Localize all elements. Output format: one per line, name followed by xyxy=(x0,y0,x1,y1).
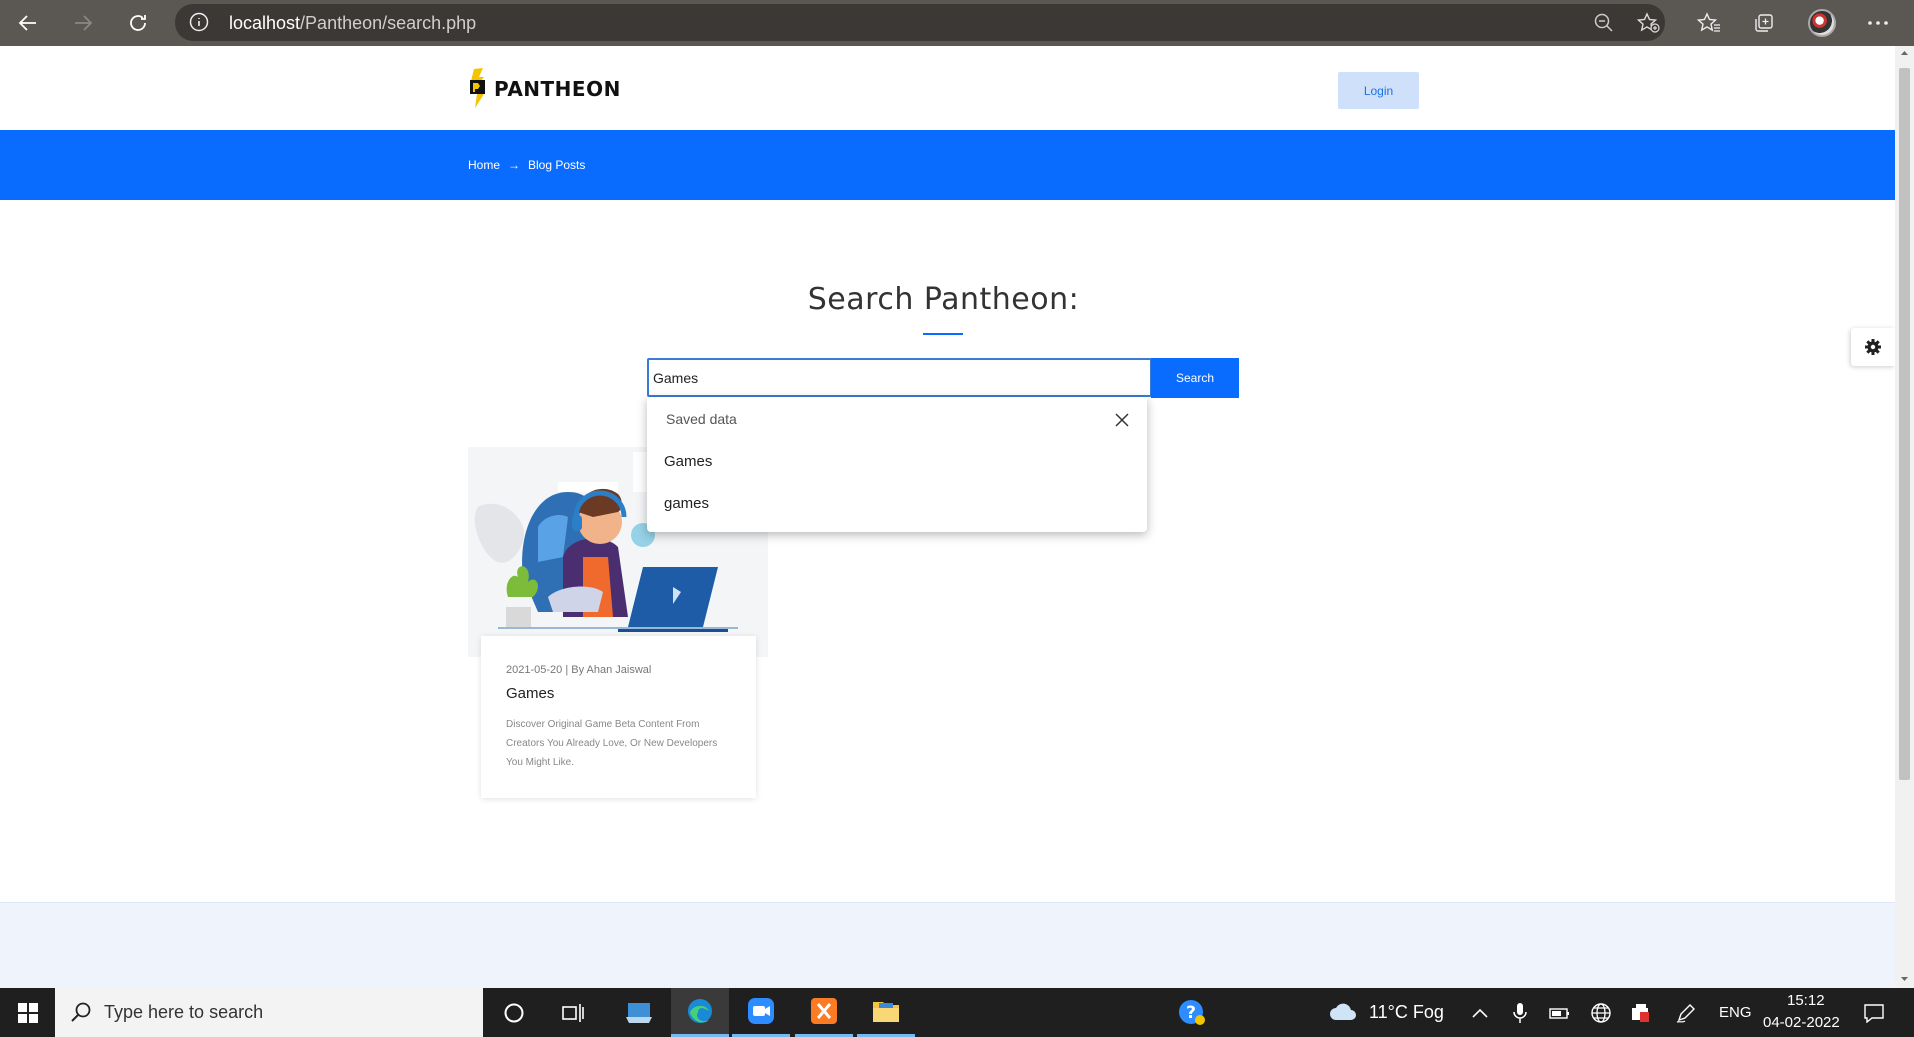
scroll-up-icon[interactable] xyxy=(1895,46,1914,60)
taskbar-app-zoom[interactable] xyxy=(732,988,790,1037)
language-indicator[interactable]: ENG xyxy=(1719,1004,1752,1021)
chevron-up-icon xyxy=(1472,1008,1488,1018)
windows-logo-icon xyxy=(17,1002,38,1023)
microphone-button[interactable] xyxy=(1508,1001,1532,1025)
search-input[interactable] xyxy=(647,358,1152,397)
cloud-icon xyxy=(1330,1003,1356,1020)
breadcrumb-bar: Home → Blog Posts xyxy=(0,130,1895,200)
task-view-button[interactable] xyxy=(544,988,602,1037)
zoom-out-icon[interactable] xyxy=(1593,12,1615,34)
cortana-circle-icon xyxy=(504,1003,524,1022)
autocomplete-item[interactable]: Games xyxy=(664,453,712,470)
clock-time[interactable]: 15:12 xyxy=(1787,992,1825,1009)
info-icon[interactable] xyxy=(189,12,209,32)
collections-button[interactable] xyxy=(1748,8,1780,38)
footer-band xyxy=(0,902,1895,988)
site-logo[interactable]: PANTHEON xyxy=(468,68,621,110)
task-view-icon xyxy=(562,1003,584,1022)
site-header: PANTHEON Login xyxy=(0,46,1895,130)
collections-icon xyxy=(1755,14,1773,32)
help-icon: ? xyxy=(1179,999,1205,1025)
back-button[interactable] xyxy=(12,7,44,39)
url-path: /Pantheon/search.php xyxy=(300,13,477,33)
notifications-button[interactable] xyxy=(1862,1001,1886,1025)
browser-toolbar: localhost/Pantheon/search.php xyxy=(0,0,1914,46)
tray-app-icon xyxy=(1632,1004,1649,1022)
blog-card[interactable]: 2021-05-20 | By Ahan Jaiswal Games Disco… xyxy=(481,636,756,798)
breadcrumb-blog-posts[interactable]: Blog Posts xyxy=(528,158,585,172)
search-button[interactable]: Search xyxy=(1151,358,1239,398)
pantheon-logo-icon xyxy=(470,68,485,108)
settings-button[interactable] xyxy=(1851,328,1895,366)
more-menu-button[interactable] xyxy=(1862,8,1894,38)
globe-icon xyxy=(1591,1003,1611,1023)
page-title: Search Pantheon: xyxy=(807,282,1080,317)
card-title[interactable]: Games xyxy=(506,685,554,702)
breadcrumb-home[interactable]: Home xyxy=(468,158,500,172)
taskbar-search-placeholder: Type here to search xyxy=(104,1002,264,1022)
battery-icon xyxy=(1549,1008,1569,1019)
help-button[interactable]: ? xyxy=(1163,988,1221,1037)
pen-icon xyxy=(1676,1004,1695,1023)
clock-date[interactable]: 04-02-2022 xyxy=(1763,1014,1840,1031)
autocomplete-header: Saved data xyxy=(666,411,737,427)
card-description: Discover Original Game Beta Content From… xyxy=(506,719,718,768)
folder-icon xyxy=(873,1002,899,1022)
search-icon xyxy=(71,1002,91,1022)
title-underline xyxy=(923,333,963,335)
edge-browser-icon xyxy=(688,999,712,1023)
scroll-down-icon[interactable] xyxy=(1895,972,1914,986)
taskbar-app-desktop[interactable] xyxy=(610,988,668,1037)
scrollbar-thumb[interactable] xyxy=(1899,68,1910,780)
add-favorite-icon[interactable] xyxy=(1637,12,1661,34)
autocomplete-item[interactable]: games xyxy=(664,495,709,512)
start-button[interactable] xyxy=(0,988,55,1037)
more-dots-icon xyxy=(1868,21,1888,25)
zoom-app-icon xyxy=(748,998,774,1024)
pen-button[interactable] xyxy=(1674,1001,1698,1025)
taskbar-app-edge[interactable] xyxy=(671,988,729,1037)
refresh-icon xyxy=(130,15,146,31)
xampp-app-icon xyxy=(811,998,837,1024)
gear-icon xyxy=(1865,339,1881,355)
tray-app-button[interactable] xyxy=(1629,1001,1653,1025)
desktop-app-icon xyxy=(626,1002,652,1023)
url-text[interactable]: localhost/Pantheon/search.php xyxy=(229,13,476,34)
forward-arrow-icon xyxy=(75,15,93,31)
svg-text:?: ? xyxy=(1186,1003,1196,1023)
forward-button[interactable] xyxy=(67,7,99,39)
taskbar-app-xampp[interactable] xyxy=(795,988,853,1037)
refresh-button[interactable] xyxy=(122,7,154,39)
breadcrumb: Home → Blog Posts xyxy=(468,158,585,172)
card-meta: 2021-05-20 | By Ahan Jaiswal xyxy=(506,664,652,676)
network-button[interactable] xyxy=(1589,1001,1613,1025)
login-button[interactable]: Login xyxy=(1338,72,1419,109)
microphone-icon xyxy=(1513,1003,1527,1023)
close-icon[interactable] xyxy=(1113,411,1131,429)
taskbar-app-file-explorer[interactable] xyxy=(857,988,915,1037)
notification-icon xyxy=(1864,1004,1884,1023)
back-arrow-icon xyxy=(18,15,36,31)
autocomplete-dropdown: Saved data Games games xyxy=(647,397,1147,532)
logo-text: PANTHEON xyxy=(494,77,621,101)
weather-text[interactable]: 11°C Fog xyxy=(1369,1002,1444,1023)
battery-button[interactable] xyxy=(1548,1001,1572,1025)
page-content: PANTHEON Login Home → Blog Posts Search … xyxy=(0,46,1895,988)
address-bar[interactable]: localhost/Pantheon/search.php xyxy=(175,4,1665,41)
windows-taskbar: Type here to search ? 11°C Fog ENG 15:12… xyxy=(0,988,1914,1037)
breadcrumb-arrow-icon: → xyxy=(508,158,521,172)
scrollbar[interactable] xyxy=(1895,46,1914,988)
show-hidden-icons-button[interactable] xyxy=(1468,1001,1492,1025)
taskbar-search[interactable]: Type here to search xyxy=(55,988,483,1037)
cortana-button[interactable] xyxy=(485,988,543,1037)
profile-avatar[interactable] xyxy=(1808,9,1836,37)
favorites-button[interactable] xyxy=(1693,8,1725,38)
favorites-icon xyxy=(1697,12,1720,32)
url-host: localhost xyxy=(229,13,301,33)
